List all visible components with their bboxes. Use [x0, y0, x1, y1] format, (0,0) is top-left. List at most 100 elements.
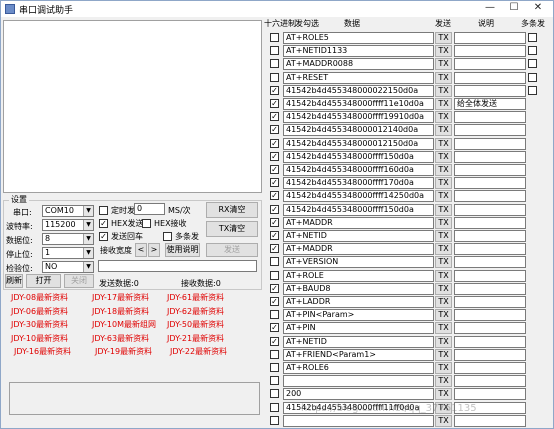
prev-width-button[interactable]: < [135, 243, 147, 257]
shortcut-link[interactable]: JDY-16最新资料 [14, 346, 71, 357]
row-tx-button[interactable]: TX [435, 177, 452, 189]
row-tx-button[interactable]: TX [435, 270, 452, 282]
row-tx-button[interactable]: TX [435, 388, 452, 400]
databits-select[interactable]: 8 ▼ [42, 233, 94, 245]
shortcut-link[interactable]: JDY-06最新资料 [11, 306, 68, 317]
row-data-input[interactable]: 41542b4d455348000ffff14250d0a [283, 190, 434, 202]
row-note-input[interactable] [454, 322, 526, 334]
row-note-input[interactable] [454, 72, 526, 84]
row-hex-checkbox[interactable] [270, 73, 279, 82]
row-note-input[interactable] [454, 111, 526, 123]
row-data-input[interactable]: 41542b4d455348000ffff11e10d0a [283, 98, 434, 110]
row-tx-button[interactable]: TX [435, 230, 452, 242]
row-note-input[interactable] [454, 151, 526, 163]
row-hex-checkbox[interactable]: ✓ [270, 205, 279, 214]
row-note-input[interactable] [454, 388, 526, 400]
row-tx-button[interactable]: TX [435, 362, 452, 374]
row-data-input[interactable]: AT+NETID1133 [283, 45, 434, 57]
row-multi-checkbox[interactable] [528, 59, 537, 68]
row-hex-checkbox[interactable] [270, 376, 279, 385]
row-hex-checkbox[interactable] [270, 33, 279, 42]
send-button[interactable]: 发送 [206, 243, 258, 257]
row-data-input[interactable]: AT+NETID [283, 230, 434, 242]
row-multi-checkbox[interactable] [528, 86, 537, 95]
row-hex-checkbox[interactable]: ✓ [270, 139, 279, 148]
row-note-input[interactable] [454, 32, 526, 44]
row-data-input[interactable]: AT+FRIEND<Param1> [283, 349, 434, 361]
row-hex-checkbox[interactable] [270, 389, 279, 398]
row-tx-button[interactable]: TX [435, 256, 452, 268]
row-note-input[interactable] [454, 204, 526, 216]
row-note-input[interactable] [454, 217, 526, 229]
row-note-input[interactable] [454, 362, 526, 374]
row-note-input[interactable] [454, 243, 526, 255]
help-button[interactable]: 使用说明 [165, 243, 200, 257]
row-note-input[interactable] [454, 138, 526, 150]
hex-recv-checkbox[interactable] [142, 219, 151, 228]
row-tx-button[interactable]: TX [435, 217, 452, 229]
shortcut-link[interactable]: JDY-30最新资料 [11, 319, 68, 330]
row-multi-checkbox[interactable] [528, 73, 537, 82]
row-tx-button[interactable]: TX [435, 32, 452, 44]
shortcut-link[interactable]: JDY-19最新资料 [95, 346, 152, 357]
row-tx-button[interactable]: TX [435, 309, 452, 321]
row-tx-button[interactable]: TX [435, 85, 452, 97]
row-hex-checkbox[interactable]: ✓ [270, 323, 279, 332]
row-data-input[interactable]: AT+ROLE5 [283, 32, 434, 44]
row-multi-checkbox[interactable] [528, 33, 537, 42]
row-note-input[interactable] [454, 256, 526, 268]
row-note-input[interactable] [454, 336, 526, 348]
row-tx-button[interactable]: TX [435, 283, 452, 295]
shortcut-link[interactable]: JDY-10最新资料 [11, 333, 68, 344]
row-data-input[interactable]: AT+MADDR [283, 243, 434, 255]
stopbits-select[interactable]: 1 ▼ [42, 247, 94, 259]
tx-clear-button[interactable]: TX清空 [206, 221, 258, 237]
row-tx-button[interactable]: TX [435, 190, 452, 202]
port-select[interactable]: COM10 ▼ [42, 205, 94, 217]
maximize-button[interactable]: ☐ [503, 2, 525, 15]
row-data-input[interactable]: AT+PIN<Param> [283, 309, 434, 321]
row-data-input[interactable]: AT+ROLE6 [283, 362, 434, 374]
row-hex-checkbox[interactable]: ✓ [270, 99, 279, 108]
row-hex-checkbox[interactable]: ✓ [270, 297, 279, 306]
row-note-input[interactable] [454, 164, 526, 176]
row-note-input[interactable] [454, 270, 526, 282]
row-tx-button[interactable]: TX [435, 58, 452, 70]
shortcut-link[interactable]: JDY-10M最新组网 [92, 319, 156, 330]
multi-send-checkbox[interactable] [163, 232, 172, 241]
row-tx-button[interactable]: TX [435, 204, 452, 216]
row-hex-checkbox[interactable]: ✓ [270, 112, 279, 121]
row-hex-checkbox[interactable]: ✓ [270, 337, 279, 346]
shortcut-link[interactable]: JDY-21最新资料 [167, 333, 224, 344]
row-note-input[interactable] [454, 296, 526, 308]
shortcut-link[interactable]: JDY-61最新资料 [167, 292, 224, 303]
timed-send-interval-input[interactable]: 0 [134, 203, 165, 215]
row-hex-checkbox[interactable]: ✓ [270, 165, 279, 174]
close-port-button[interactable]: 关闭 [64, 274, 94, 288]
row-data-input[interactable]: 200 [283, 388, 434, 400]
row-hex-checkbox[interactable]: ✓ [270, 178, 279, 187]
row-hex-checkbox[interactable]: ✓ [270, 152, 279, 161]
row-data-input[interactable]: 41542b4d455348000ffff150d0a [283, 204, 434, 216]
baud-select[interactable]: 115200 ▼ [42, 219, 94, 231]
row-data-input[interactable]: 41542b4d455348000022150d0a [283, 85, 434, 97]
row-hex-checkbox[interactable]: ✓ [270, 125, 279, 134]
row-data-input[interactable]: AT+PIN [283, 322, 434, 334]
next-width-button[interactable]: > [148, 243, 160, 257]
row-data-input[interactable]: 41542b4d455348000ffff19910d0a [283, 111, 434, 123]
refresh-button[interactable]: 刷新 [5, 274, 23, 288]
row-data-input[interactable]: AT+NETID [283, 336, 434, 348]
row-note-input[interactable]: 给全体发送 [454, 98, 526, 110]
shortcut-link[interactable]: JDY-18最新资料 [92, 306, 149, 317]
minimize-button[interactable]: — [479, 2, 501, 15]
row-tx-button[interactable]: TX [435, 243, 452, 255]
shortcut-link[interactable]: JDY-22最新资料 [170, 346, 227, 357]
row-hex-checkbox[interactable] [270, 257, 279, 266]
row-multi-checkbox[interactable] [528, 46, 537, 55]
row-data-input[interactable]: AT+MADDR [283, 217, 434, 229]
row-tx-button[interactable]: TX [435, 111, 452, 123]
row-hex-checkbox[interactable] [270, 46, 279, 55]
row-hex-checkbox[interactable] [270, 310, 279, 319]
row-tx-button[interactable]: TX [435, 415, 452, 427]
row-data-input[interactable]: AT+MADDR0088 [283, 58, 434, 70]
